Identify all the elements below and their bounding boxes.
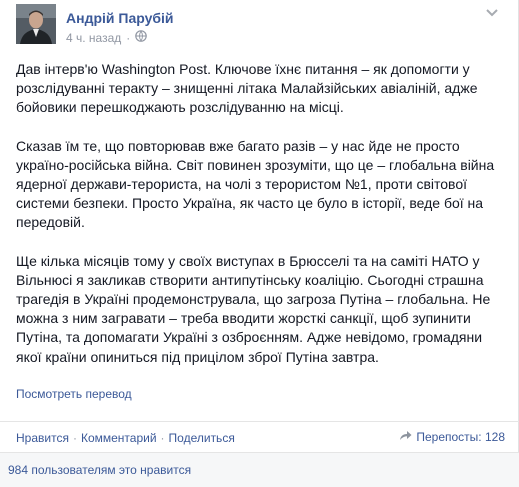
globe-icon[interactable] [135, 30, 148, 45]
like-button[interactable]: Нравится [16, 431, 69, 445]
see-translation-link[interactable]: Посмотреть перевод [16, 387, 132, 401]
avatar[interactable] [16, 4, 56, 44]
post-paragraph: Ще кілька місяців тому у своїх виступах … [16, 252, 491, 365]
post-meta: 4 ч. назад · [66, 30, 148, 45]
post-paragraph: Дав інтерв'ю Washington Post. Ключове їх… [16, 61, 478, 116]
action-separator: · [72, 431, 77, 445]
share-button[interactable]: Поделиться [169, 431, 235, 445]
chevron-down-icon[interactable] [484, 4, 500, 20]
comment-button[interactable]: Комментарий [81, 431, 157, 445]
post-body: Дав інтерв'ю Washington Post. Ключове їх… [16, 60, 508, 386]
post-actions-bar: Нравится · Комментарий · Поделиться Пере… [0, 421, 519, 452]
post-paragraph: Сказав їм те, що повторював вже багато р… [16, 137, 495, 231]
post-time[interactable]: 4 ч. назад [66, 31, 121, 45]
author-name[interactable]: Андрій Парубій [66, 10, 174, 26]
meta-separator: · [126, 30, 131, 45]
share-icon [399, 430, 412, 444]
shares-count[interactable]: Перепосты: 128 [399, 430, 505, 444]
action-separator: · [160, 431, 165, 445]
likes-count-link[interactable]: 984 пользователям это нравится [8, 463, 191, 477]
post-card: Андрій Парубій 4 ч. назад · Дав інтерв'ю… [0, 0, 519, 487]
post-actions: Нравится · Комментарий · Поделиться [16, 431, 235, 445]
post-header: Андрій Парубій 4 ч. назад · [16, 4, 506, 46]
shares-label: Перепосты: 128 [416, 430, 505, 444]
likes-bar: 984 пользователям это нравится [0, 452, 519, 487]
